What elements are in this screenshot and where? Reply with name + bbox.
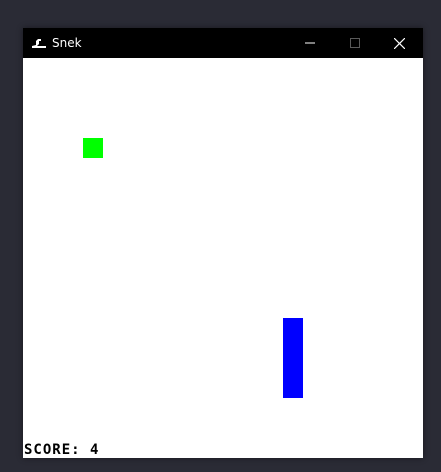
snake-segment <box>283 318 303 338</box>
snake-icon <box>31 36 47 50</box>
window-title: Snek <box>52 36 82 50</box>
maximize-button[interactable] <box>332 28 377 58</box>
minimize-icon <box>304 42 315 44</box>
score-label: SCORE: <box>24 442 81 458</box>
game-window: Snek SCORE: 4 <box>23 28 423 458</box>
score-value: 4 <box>90 442 100 458</box>
snake-segment <box>283 358 303 378</box>
close-icon <box>394 37 405 49</box>
maximize-icon <box>349 38 360 48</box>
snake-segment <box>283 338 303 358</box>
game-board[interactable]: SCORE: 4 <box>23 58 423 458</box>
close-button[interactable] <box>377 28 422 58</box>
food-block <box>83 138 103 158</box>
score-display: SCORE: 4 <box>24 442 99 458</box>
snake-segment <box>283 378 303 398</box>
title-bar[interactable]: Snek <box>23 28 423 58</box>
minimize-button[interactable] <box>287 28 332 58</box>
